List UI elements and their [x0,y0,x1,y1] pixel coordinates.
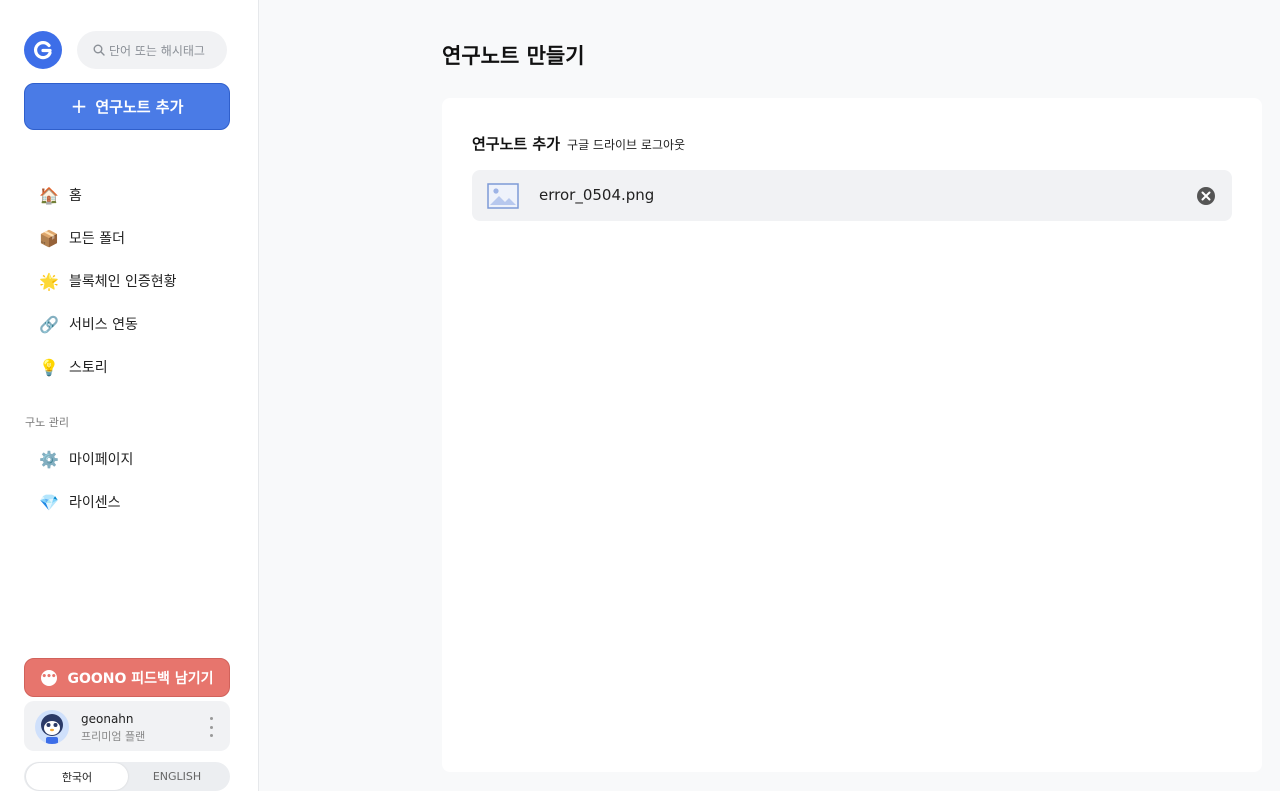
nav-item-label: 마이페이지 [69,452,134,468]
lang-korean-button[interactable]: 한국어 [26,763,128,790]
nav-item-mypage[interactable]: ⚙️ 마이페이지 [38,447,238,471]
nav-item-label: 블록체인 인증현황 [69,274,177,290]
remove-file-icon[interactable] [1196,186,1216,206]
card-header: 연구노트 추가 구글 드라이브 로그아웃 [472,133,685,154]
card-title: 연구노트 추가 [472,135,561,153]
nav-item-home[interactable]: 🏠 홈 [38,183,238,207]
nav-item-label: 라이센스 [69,495,121,511]
add-research-note-button[interactable]: + 연구노트 추가 [24,83,230,130]
avatar [35,710,69,744]
more-options-icon[interactable] [206,717,216,737]
feedback-label: GOONO 피드백 남기기 [67,670,214,687]
nav-item-service-integration[interactable]: 🔗 서비스 연동 [38,312,238,336]
nav-item-blockchain-status[interactable]: 🌟 블록체인 인증현황 [38,269,238,293]
sidebar: 단어 또는 해시태그 + 연구노트 추가 🏠 홈 📦 모든 폴더 🌟 블록체인 … [0,0,259,791]
nav-item-all-folders[interactable]: 📦 모든 폴더 [38,226,238,250]
star-icon: 🌟 [39,271,59,291]
page-title: 연구노트 만들기 [442,44,585,68]
lang-english-button[interactable]: ENGLISH [126,763,228,790]
search-icon [93,44,105,56]
nav-item-label: 서비스 연동 [69,317,138,333]
note-card: 연구노트 추가 구글 드라이브 로그아웃 error_0504.png [442,98,1262,772]
goono-logo[interactable] [24,31,62,69]
lightbulb-icon: 💡 [39,357,59,377]
gem-icon: 💎 [39,492,59,512]
folder-box-icon: 📦 [39,228,59,248]
house-icon: 🏠 [39,185,59,205]
link-icon: 🔗 [39,314,59,334]
logo-g-icon [34,41,52,60]
chat-bubble-icon: ••• [40,669,57,686]
profile-card[interactable]: geonahn 프리미엄 플랜 [24,701,230,751]
search-placeholder: 단어 또는 해시태그 [109,43,205,58]
file-item: error_0504.png [472,170,1232,221]
nav-item-story[interactable]: 💡 스토리 [38,355,238,379]
gear-icon: ⚙️ [39,449,59,469]
nav-item-label: 모든 폴더 [69,231,125,247]
file-name: error_0504.png [539,186,655,204]
feedback-button[interactable]: ••• GOONO 피드백 남기기 [24,658,230,697]
google-drive-logout-link[interactable]: 구글 드라이브 로그아웃 [567,136,685,153]
nav-item-label: 홈 [69,188,82,204]
section-label-manage: 구노 관리 [25,416,69,429]
image-file-icon [487,183,519,213]
search-input[interactable]: 단어 또는 해시태그 [77,31,227,69]
add-button-label: 연구노트 추가 [95,98,184,116]
nav-item-label: 스토리 [69,360,108,376]
profile-username: geonahn [81,712,134,726]
nav-item-license[interactable]: 💎 라이센스 [38,490,238,514]
language-toggle: 한국어 ENGLISH [24,762,230,791]
plus-icon: + [70,93,88,118]
profile-plan: 프리미엄 플랜 [81,730,146,743]
